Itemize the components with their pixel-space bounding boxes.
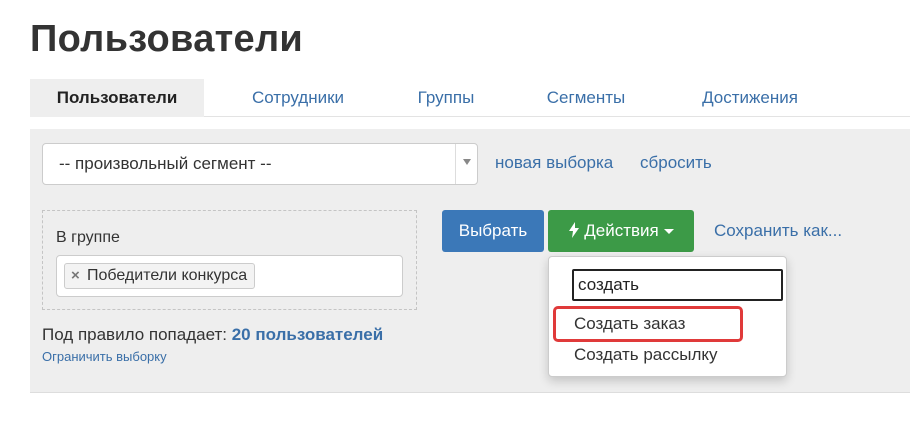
page-title: Пользователи [30,18,304,60]
segment-select-toggle[interactable] [455,144,477,184]
actions-button[interactable]: Действия [548,210,694,252]
match-count-prefix: Под правило попадает: [42,325,227,344]
match-count: Под правило попадает: 20 пользователей [42,325,383,345]
segment-select-value: -- произвольный сегмент -- [59,154,272,173]
tab-groups[interactable]: Группы [400,79,492,117]
tab-segments[interactable]: Сегменты [530,79,642,117]
rule-box: В группе × Победители конкурса [42,210,417,310]
segment-select[interactable]: -- произвольный сегмент -- [42,143,478,185]
actions-button-label: Действия [584,221,659,240]
match-count-value[interactable]: 20 пользователей [232,325,383,344]
chevron-down-icon [463,159,471,165]
lightning-icon [568,210,580,252]
group-tag: × Победители конкурса [64,263,256,289]
close-icon[interactable]: × [71,264,80,288]
new-selection-link[interactable]: новая выборка [495,153,613,173]
group-tag-input[interactable]: × Победители конкурса [56,255,403,297]
group-tag-label: Победители конкурса [87,267,248,284]
save-as-link[interactable]: Сохранить как... [714,221,842,241]
rule-label: В группе [56,229,120,246]
caret-down-icon [663,229,674,235]
select-button[interactable]: Выбрать [442,210,544,252]
dropdown-search-input[interactable] [572,269,783,301]
dropdown-item-create-mailing[interactable]: Создать рассылку [574,345,718,365]
limit-selection-link[interactable]: Ограничить выборку [42,349,167,364]
tab-users[interactable]: Пользователи [30,79,204,117]
reset-link[interactable]: сбросить [640,153,712,173]
highlight-frame [553,306,743,342]
tab-achievements[interactable]: Достижения [685,79,815,117]
tabs-bar: Пользователи Сотрудники Группы Сегменты … [30,79,910,117]
tab-employees[interactable]: Сотрудники [226,79,370,117]
